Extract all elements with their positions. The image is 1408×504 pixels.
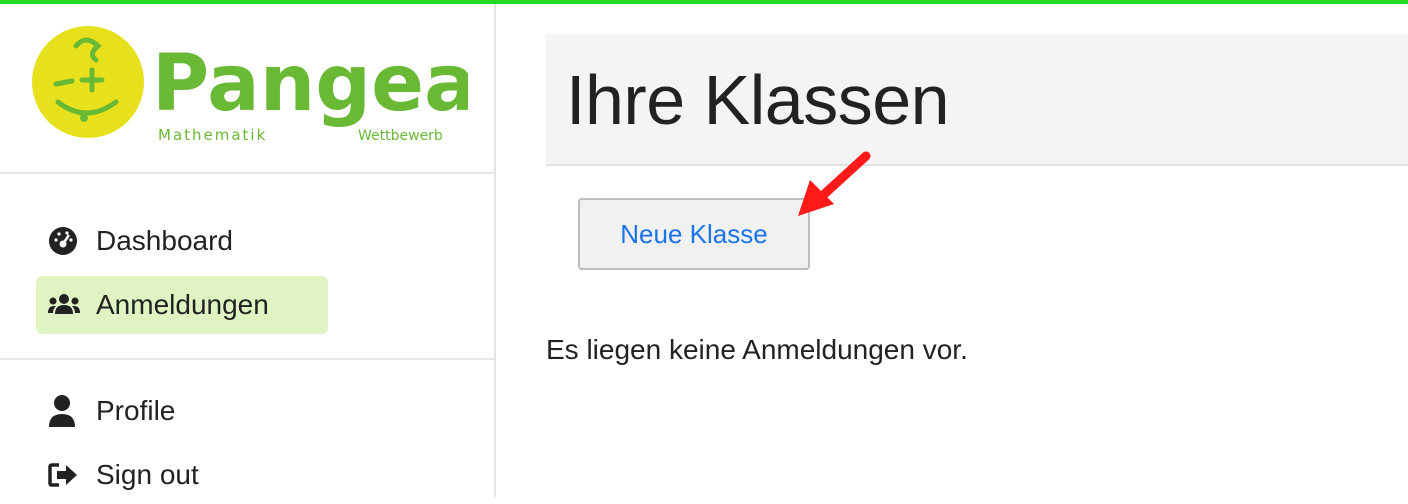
pangea-logo[interactable]: Pangea Mathematik Wettbewerb <box>28 20 477 150</box>
sidebar-divider <box>0 358 494 360</box>
logo-graphic: Pangea Mathematik Wettbewerb <box>32 26 477 144</box>
sidebar-item-sign-out[interactable]: Sign out <box>36 446 211 504</box>
svg-text:Pangea: Pangea <box>152 39 468 129</box>
sidebar-item-dashboard[interactable]: Dashboard <box>36 212 245 270</box>
users-icon <box>48 290 82 320</box>
sidebar-item-label: Sign out <box>96 459 199 490</box>
user-icon <box>48 395 82 427</box>
sidebar-item-label: Dashboard <box>96 225 233 256</box>
svg-text:Wettbewerb: Wettbewerb <box>358 128 443 144</box>
main-content: Ihre Klassen Neue Klasse Es liegen keine… <box>498 4 1408 497</box>
sidebar-item-anmeldungen[interactable]: Anmeldungen <box>36 276 328 334</box>
sidebar: Pangea Mathematik Wettbewerb Dashboard A… <box>0 4 496 497</box>
new-class-button[interactable]: Neue Klasse <box>578 198 810 270</box>
sidebar-item-profile[interactable]: Profile <box>36 382 187 440</box>
page-header: Ihre Klassen <box>546 34 1408 166</box>
sign-out-icon <box>48 460 82 490</box>
empty-message: Es liegen keine Anmeldungen vor. <box>546 334 968 365</box>
sidebar-item-label: Profile <box>96 395 176 426</box>
svg-text:Mathematik: Mathematik <box>158 126 267 144</box>
sidebar-divider <box>0 172 494 174</box>
page-title: Ihre Klassen <box>566 61 950 139</box>
dashboard-icon <box>48 226 82 256</box>
annotation-arrow-icon <box>798 151 871 216</box>
sidebar-item-label: Anmeldungen <box>96 289 269 320</box>
